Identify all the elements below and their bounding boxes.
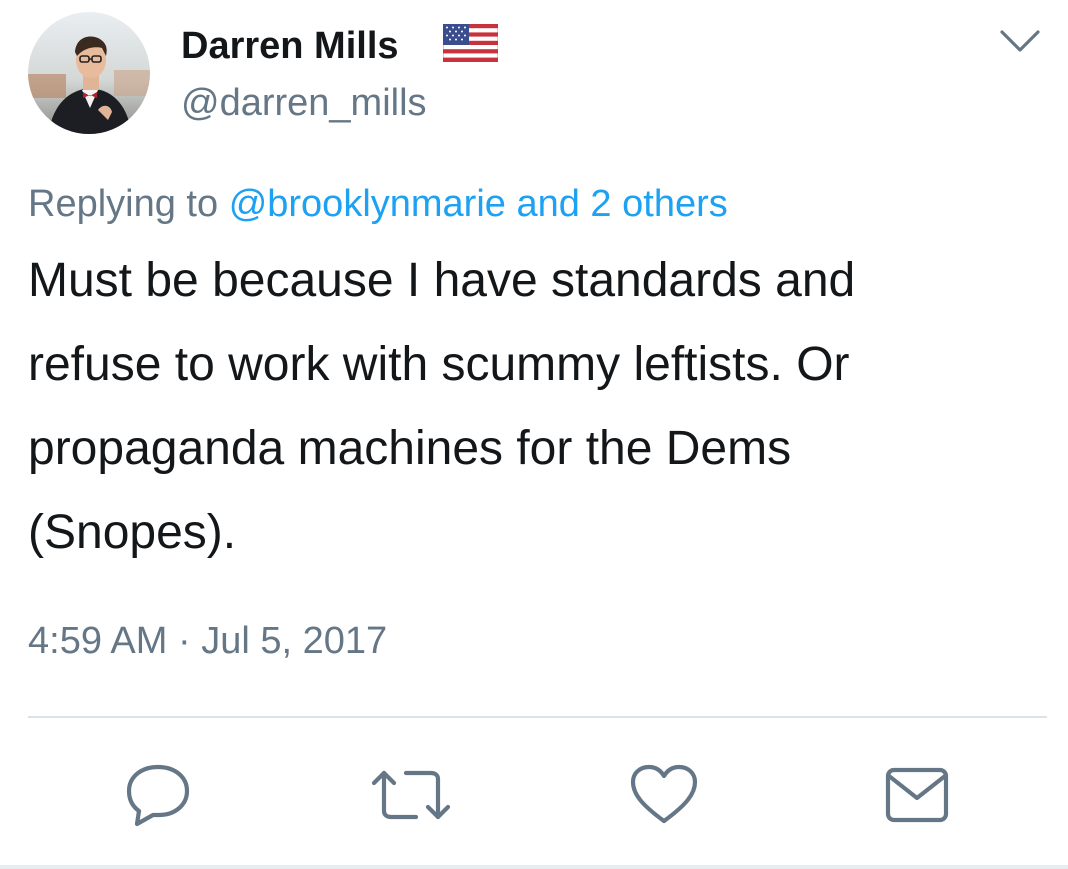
display-name[interactable]: Darren Mills xyxy=(181,24,399,68)
tweet-text-line: propaganda machines for the Dems xyxy=(28,422,792,475)
retweet-button[interactable] xyxy=(371,758,451,832)
tweet-text: Must be because I have standards and ref… xyxy=(28,239,1038,575)
reply-mentions-link[interactable]: @brooklynmarie and 2 others xyxy=(229,183,728,225)
tweet-text-line: refuse to work with scummy leftists. Or xyxy=(28,338,850,391)
share-button[interactable] xyxy=(877,758,957,832)
replying-to-label: Replying to xyxy=(28,183,219,225)
share-icon xyxy=(882,764,952,826)
us-flag-icon xyxy=(442,23,499,63)
tweet-text-line: Must be because I have standards and xyxy=(28,254,856,307)
divider xyxy=(28,716,1047,718)
replying-to-line: Replying to @brooklynmarie and 2 others xyxy=(28,181,728,227)
like-button[interactable] xyxy=(624,758,704,832)
avatar[interactable] xyxy=(28,12,150,134)
tweet-text-line: (Snopes). xyxy=(28,506,237,559)
reply-icon xyxy=(123,762,193,828)
reply-button[interactable] xyxy=(118,758,198,832)
bottom-divider xyxy=(0,865,1068,869)
retweet-icon xyxy=(370,765,452,825)
user-handle[interactable]: @darren_mills xyxy=(181,81,427,125)
tweet-timestamp[interactable]: 4:59 AM · Jul 5, 2017 xyxy=(28,618,387,664)
chevron-down-icon[interactable] xyxy=(998,28,1042,56)
like-icon xyxy=(628,763,700,827)
avatar-photo xyxy=(28,12,150,134)
